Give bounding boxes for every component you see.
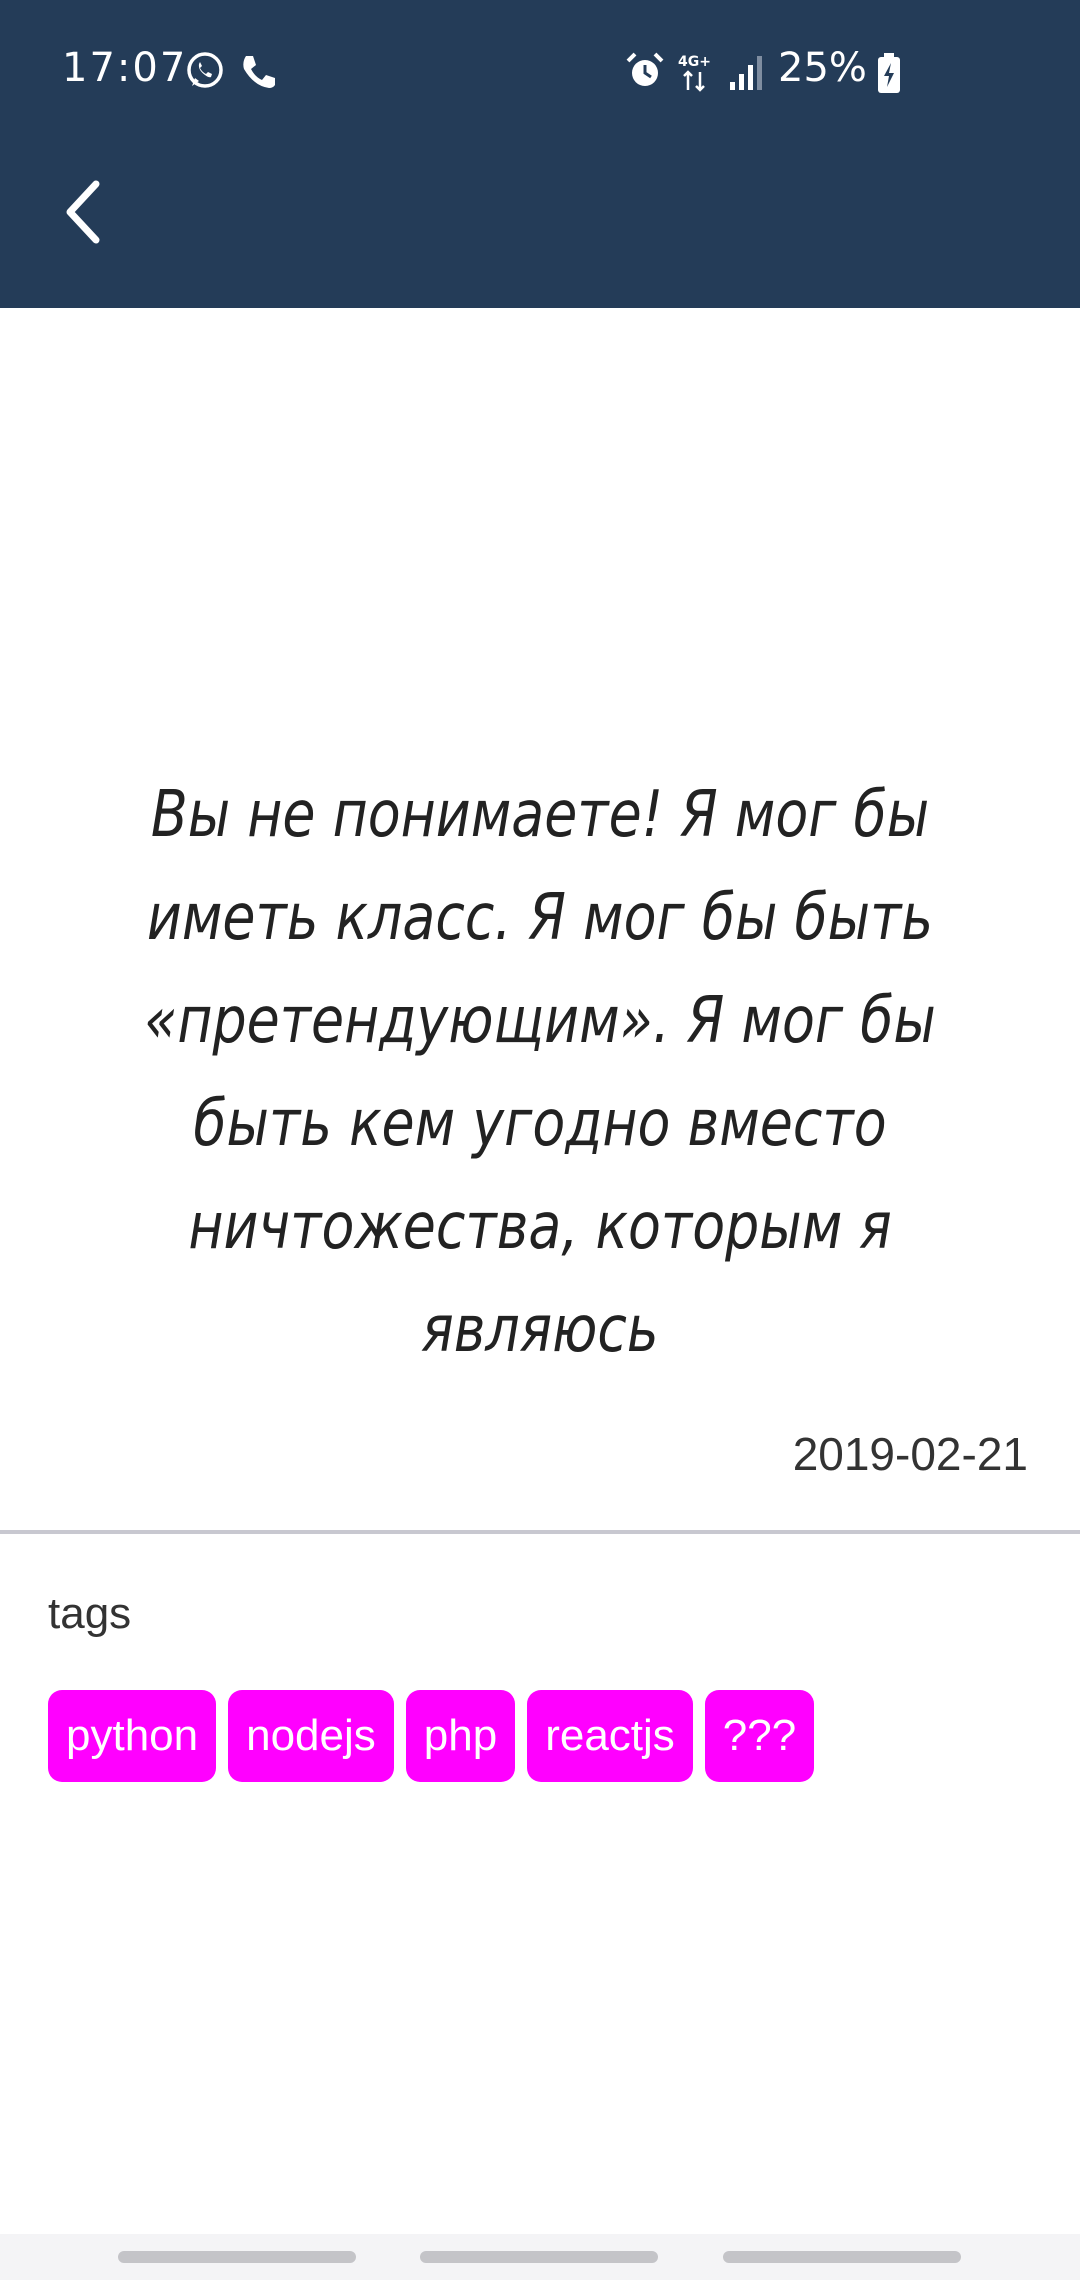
status-time: 17:07: [62, 45, 188, 91]
tag-chip-unknown[interactable]: ???: [704, 1690, 815, 1782]
status-bar: 17:07 4G+ 25%: [0, 0, 1080, 140]
nav-recents-button[interactable]: [118, 2251, 356, 2263]
phone-icon: [243, 56, 275, 88]
tag-chip-reactjs[interactable]: reactjs: [527, 1690, 693, 1782]
battery-charging-icon: [878, 53, 900, 93]
network-arrows-icon: 4G+: [678, 54, 711, 92]
nav-back-button[interactable]: [723, 2251, 961, 2263]
quote-date: 2019-02-21: [792, 1428, 1028, 1480]
tag-chip-php[interactable]: php: [405, 1690, 516, 1782]
back-button[interactable]: [40, 168, 128, 256]
whatsapp-icon: [187, 52, 223, 88]
battery-percentage: 25%: [778, 45, 867, 91]
nav-home-button[interactable]: [420, 2251, 658, 2263]
network-type-label: 4G+: [678, 54, 711, 70]
tag-chip-nodejs[interactable]: nodejs: [228, 1690, 394, 1782]
tags-list: python nodejs php reactjs ???: [48, 1690, 815, 1782]
divider: [0, 1530, 1080, 1534]
quote-text: Вы не понимаете! Я мог бы иметь класс. Я…: [144, 778, 936, 1367]
alarm-icon: [626, 52, 664, 86]
chevron-left-icon: [66, 180, 100, 244]
tags-heading: tags: [48, 1589, 132, 1638]
tag-chip-python[interactable]: python: [48, 1690, 217, 1782]
signal-icon: [730, 56, 762, 90]
